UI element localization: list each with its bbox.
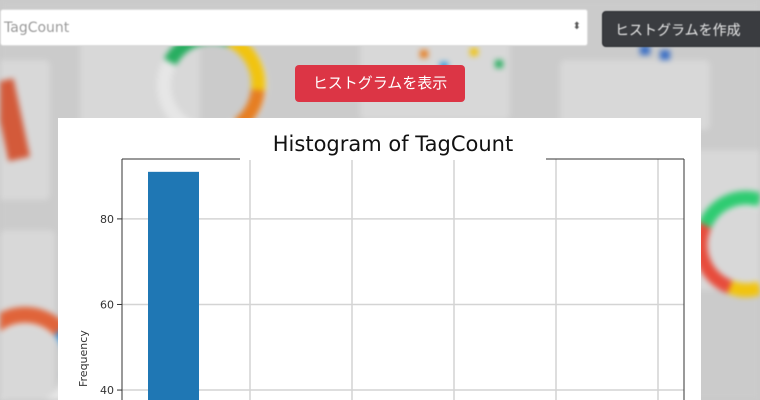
chart-title: Histogram of TagCount bbox=[240, 121, 546, 160]
chart-grid bbox=[122, 159, 684, 400]
y-axis-label: Frequency bbox=[77, 330, 90, 387]
y-tick-label: 40 bbox=[100, 384, 114, 397]
y-tick-label: 60 bbox=[100, 298, 114, 311]
histogram-bar bbox=[148, 171, 199, 400]
y-tick-label: 80 bbox=[100, 213, 114, 226]
histogram-chart: 40 60 80 Frequency bbox=[77, 158, 685, 400]
chart-bars bbox=[148, 171, 199, 400]
